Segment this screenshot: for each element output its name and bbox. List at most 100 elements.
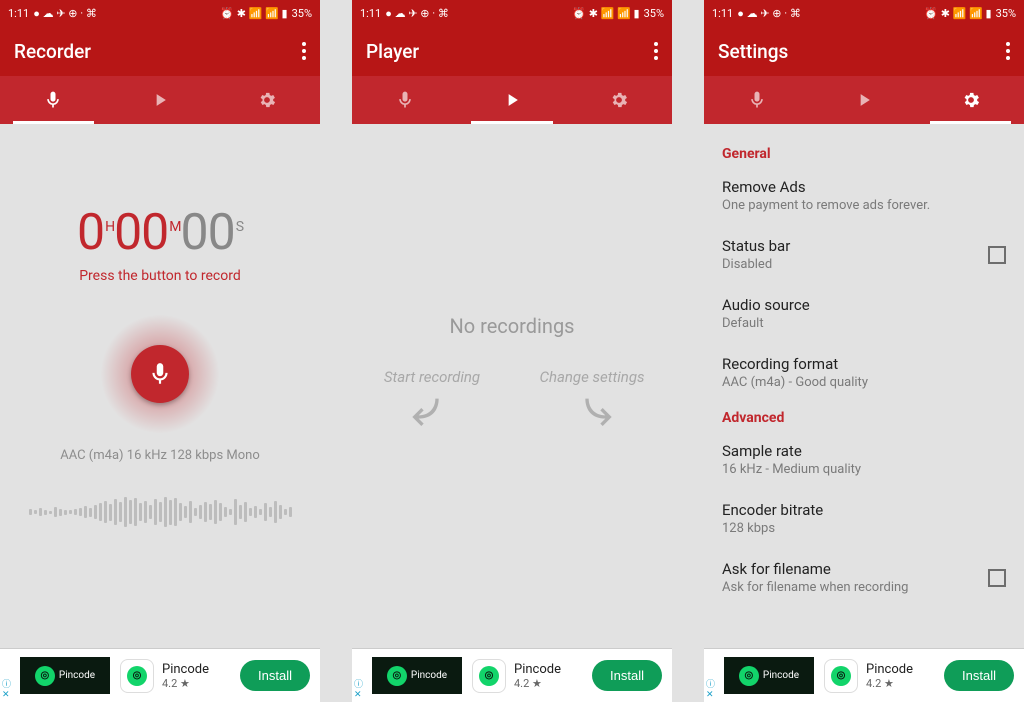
ad-info-icon[interactable]: ⓘ✕ xyxy=(354,681,363,700)
timer-seconds: 00 xyxy=(181,204,235,262)
ad-app-name: Pincode xyxy=(162,662,240,677)
app-bar: Player xyxy=(352,26,672,76)
ad-info-icon[interactable]: ⓘ✕ xyxy=(706,681,715,700)
ad-install-button[interactable]: Install xyxy=(240,660,310,691)
play-icon xyxy=(150,90,170,110)
phone-settings: 1:11 ● ☁ ✈ ⊕ · ⌘ ⏰ ✱ 📶 📶 ▮ 35% Settings … xyxy=(704,0,1024,702)
status-time: 1:11 xyxy=(712,7,733,20)
page-title: Recorder xyxy=(14,40,91,63)
record-button[interactable] xyxy=(131,345,189,403)
mic-icon xyxy=(43,90,63,110)
status-time: 1:11 xyxy=(8,7,29,20)
setting-title: Remove Ads xyxy=(722,178,1006,196)
setting-title: Status bar xyxy=(722,237,988,255)
settings-content[interactable]: General Remove Ads One payment to remove… xyxy=(704,124,1024,648)
section-general: General xyxy=(704,138,1024,166)
ad-rating: 4.2 ★ xyxy=(514,677,592,690)
setting-ask-filename[interactable]: Ask for filename Ask for filename when r… xyxy=(704,548,1024,607)
tab-bar xyxy=(0,76,320,124)
timer-minutes: 00 xyxy=(114,204,168,262)
app-bar: Settings xyxy=(704,26,1024,76)
battery-text: 35% xyxy=(996,7,1016,20)
phone-recorder: 1:11 ● ☁ ✈ ⊕ · ⌘ ⏰ ✱ 📶 📶 ▮ 35% Recorder … xyxy=(0,0,320,702)
tab-player[interactable] xyxy=(459,76,566,124)
tab-settings[interactable] xyxy=(917,76,1024,124)
android-status-bar: 1:11 ● ☁ ✈ ⊕ · ⌘ ⏰ ✱ 📶 📶 ▮ 35% xyxy=(704,0,1024,26)
android-status-bar: 1:11 ● ☁ ✈ ⊕ · ⌘ ⏰ ✱ 📶 📶 ▮ 35% xyxy=(352,0,672,26)
unit-h: H xyxy=(105,219,114,235)
setting-sample-rate[interactable]: Sample rate 16 kHz - Medium quality xyxy=(704,430,1024,489)
tab-settings[interactable] xyxy=(213,76,320,124)
hint-change-settings: Change settings xyxy=(520,368,664,432)
setting-sub: 128 kbps xyxy=(722,521,1006,536)
android-status-bar: 1:11 ● ☁ ✈ ⊕ · ⌘ ⏰ ✱ 📶 📶 ▮ 35% xyxy=(0,0,320,26)
tab-recorder[interactable] xyxy=(704,76,811,124)
tab-recorder[interactable] xyxy=(0,76,107,124)
ad-banner[interactable]: ⓘ✕ ◎ Pincode ◎ Pincode 4.2 ★ Install xyxy=(0,648,320,702)
alarm-icon: ⏰ ✱ 📶 📶 ▮ xyxy=(220,7,287,20)
pin-icon: ◎ xyxy=(35,666,55,686)
setting-title: Recording format xyxy=(722,355,1006,373)
ad-app-name: Pincode xyxy=(866,662,944,677)
ad-info: Pincode 4.2 ★ xyxy=(866,662,944,690)
checkbox[interactable] xyxy=(988,569,1006,587)
tab-settings[interactable] xyxy=(565,76,672,124)
battery-text: 35% xyxy=(292,7,312,20)
ad-brand-tile: ◎ Pincode xyxy=(724,657,814,694)
play-icon xyxy=(502,90,522,110)
setting-sub: Disabled xyxy=(722,257,988,272)
record-hint: Press the button to record xyxy=(0,268,320,284)
ad-info: Pincode 4.2 ★ xyxy=(514,662,592,690)
mic-icon xyxy=(747,90,767,110)
ad-install-button[interactable]: Install xyxy=(592,660,662,691)
ad-install-button[interactable]: Install xyxy=(944,660,1014,691)
checkbox[interactable] xyxy=(988,246,1006,264)
curved-arrow-right-icon xyxy=(572,392,612,432)
setting-sub: Ask for filename when recording xyxy=(722,580,988,595)
page-title: Settings xyxy=(718,40,788,63)
pin-icon: ◎ xyxy=(387,666,407,686)
gear-icon xyxy=(961,90,981,110)
ad-app-name: Pincode xyxy=(514,662,592,677)
tab-bar xyxy=(352,76,672,124)
overflow-menu-icon[interactable] xyxy=(302,42,306,60)
ad-banner[interactable]: ⓘ✕ ◎ Pincode ◎ Pincode 4.2 ★ Install xyxy=(352,648,672,702)
play-icon xyxy=(854,90,874,110)
battery-text: 35% xyxy=(644,7,664,20)
pin-icon: ◎ xyxy=(739,666,759,686)
phone-player: 1:11 ● ☁ ✈ ⊕ · ⌘ ⏰ ✱ 📶 📶 ▮ 35% Player No… xyxy=(352,0,672,702)
setting-encoder-bitrate[interactable]: Encoder bitrate 128 kbps xyxy=(704,489,1024,548)
ad-app-icon: ◎ xyxy=(472,659,506,693)
overflow-menu-icon[interactable] xyxy=(1006,42,1010,60)
notification-icon: ● ☁ ✈ ⊕ · ⌘ xyxy=(385,7,449,20)
waveform xyxy=(0,487,320,537)
ad-brand-tile: ◎ Pincode xyxy=(20,657,110,694)
page-title: Player xyxy=(366,40,419,63)
ad-rating: 4.2 ★ xyxy=(866,677,944,690)
tab-recorder[interactable] xyxy=(352,76,459,124)
timer-hours: 0 xyxy=(77,204,104,262)
mic-icon xyxy=(395,90,415,110)
setting-title: Ask for filename xyxy=(722,560,988,578)
tab-player[interactable] xyxy=(811,76,918,124)
status-time: 1:11 xyxy=(360,7,381,20)
empty-hints: Start recording Change settings xyxy=(352,368,672,432)
alarm-icon: ⏰ ✱ 📶 📶 ▮ xyxy=(572,7,639,20)
tab-bar xyxy=(704,76,1024,124)
setting-sub: 16 kHz - Medium quality xyxy=(722,462,1006,477)
setting-recording-format[interactable]: Recording format AAC (m4a) - Good qualit… xyxy=(704,343,1024,402)
hint-right-label: Change settings xyxy=(540,368,645,386)
section-advanced: Advanced xyxy=(704,402,1024,430)
ad-info-icon[interactable]: ⓘ✕ xyxy=(2,681,11,700)
tab-player[interactable] xyxy=(107,76,214,124)
setting-status-bar[interactable]: Status bar Disabled xyxy=(704,225,1024,284)
setting-remove-ads[interactable]: Remove Ads One payment to remove ads for… xyxy=(704,166,1024,225)
hint-left-label: Start recording xyxy=(384,368,480,386)
ad-brand-text: Pincode xyxy=(763,670,799,681)
alarm-icon: ⏰ ✱ 📶 📶 ▮ xyxy=(924,7,991,20)
ad-info: Pincode 4.2 ★ xyxy=(162,662,240,690)
setting-audio-source[interactable]: Audio source Default xyxy=(704,284,1024,343)
ad-brand-text: Pincode xyxy=(59,670,95,681)
ad-banner[interactable]: ⓘ✕ ◎ Pincode ◎ Pincode 4.2 ★ Install xyxy=(704,648,1024,702)
overflow-menu-icon[interactable] xyxy=(654,42,658,60)
